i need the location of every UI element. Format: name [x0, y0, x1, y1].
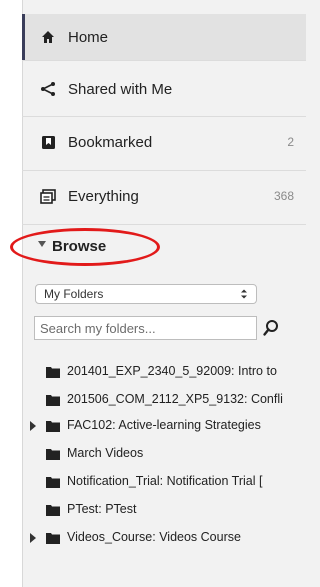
nav-item-bookmarked[interactable]: Bookmarked 2	[22, 119, 306, 165]
folder-icon	[46, 421, 60, 432]
home-icon	[40, 29, 56, 45]
active-indicator	[22, 14, 25, 60]
item-count: 368	[273, 189, 294, 203]
folder-row[interactable]: 201506_COM_2112_XP5_9132: Confli	[0, 386, 306, 414]
sidebar: Home Shared with Me Bookmarked 2 Everyth…	[0, 0, 306, 587]
everything-icon	[40, 188, 56, 204]
nav-item-everything[interactable]: Everything 368	[22, 173, 306, 219]
folder-icon	[46, 533, 60, 544]
nav-item-home[interactable]: Home	[22, 14, 306, 60]
divider	[22, 170, 306, 171]
folder-label: Videos_Course: Videos Course	[67, 530, 241, 544]
folder-row[interactable]: PTest: PTest	[0, 496, 306, 524]
search-icon[interactable]	[262, 318, 280, 338]
folder-row[interactable]: FAC102: Active-learning Strategies	[0, 412, 306, 440]
nav-item-label: Home	[68, 28, 109, 46]
expand-arrow-icon[interactable]	[30, 421, 36, 431]
expand-arrow-icon[interactable]	[30, 533, 36, 543]
divider	[22, 116, 306, 117]
folder-label: 201401_EXP_2340_5_92009: Intro to	[67, 364, 277, 378]
highlight-annotation	[10, 228, 160, 266]
folder-search-input[interactable]	[34, 316, 257, 340]
folder-scope-select[interactable]: My Folders	[35, 284, 257, 304]
select-arrows-icon	[241, 289, 247, 299]
folder-label: March Videos	[67, 446, 144, 460]
folder-label: Notification_Trial: Notification Trial [	[67, 474, 263, 488]
folder-icon	[46, 367, 60, 378]
nav-item-label: Shared with Me	[68, 80, 173, 98]
folder-scope-value: My Folders	[44, 287, 104, 301]
folder-icon	[46, 395, 60, 406]
folder-icon	[46, 449, 60, 460]
nav-item-label: Everything	[68, 187, 139, 205]
folder-label: PTest: PTest	[67, 502, 137, 516]
folder-label: 201506_COM_2112_XP5_9132: Confli	[67, 392, 283, 406]
share-icon	[40, 81, 56, 97]
nav-item-label: Bookmarked	[68, 133, 153, 151]
item-count: 2	[287, 135, 294, 149]
folder-row[interactable]: Videos_Course: Videos Course	[0, 524, 306, 552]
folder-label: FAC102: Active-learning Strategies	[67, 418, 261, 432]
divider	[22, 224, 306, 225]
nav-item-shared[interactable]: Shared with Me	[22, 66, 306, 112]
folder-icon	[46, 505, 60, 516]
folder-row[interactable]: Notification_Trial: Notification Trial [	[0, 468, 306, 496]
divider	[22, 60, 306, 61]
folder-row[interactable]: 201401_EXP_2340_5_92009: Intro to	[0, 358, 306, 386]
bookmark-icon	[40, 134, 56, 150]
folder-icon	[46, 477, 60, 488]
folder-row[interactable]: March Videos	[0, 440, 306, 468]
